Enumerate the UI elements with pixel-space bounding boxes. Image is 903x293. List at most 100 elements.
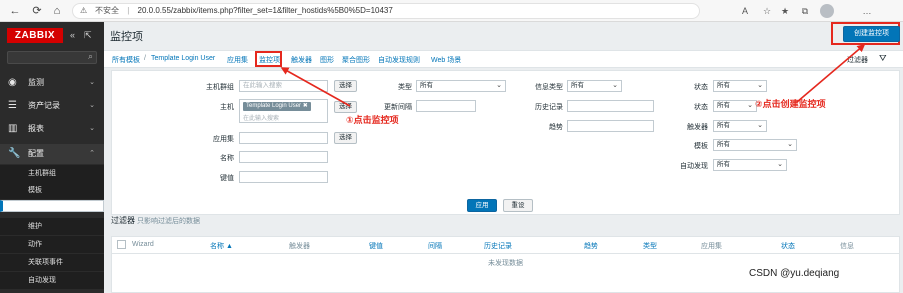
column-header: 信息 [840, 243, 854, 250]
breadcrumb-template[interactable]: Template Login User [151, 55, 215, 62]
trigger-select[interactable]: 所有 ⌄ [713, 120, 767, 132]
favorites-bar-icon[interactable]: ★ [778, 4, 792, 18]
status-select[interactable]: 所有 ⌄ [713, 80, 767, 92]
wrench-icon: 🔧 [8, 148, 21, 159]
host-tag[interactable]: Template Login User ✖ [243, 102, 311, 111]
empty-table-message: 未发现数据 [488, 260, 523, 267]
chevron-down-icon: ⌄ [747, 102, 753, 109]
host-input[interactable]: Template Login User ✖ 在此输入搜索 [239, 99, 328, 123]
tab-screens[interactable]: 聚合图形 [342, 55, 370, 65]
tab-discovery-rules[interactable]: 自动发现规则 [378, 55, 420, 65]
submenu-maintenance[interactable]: 维护 [0, 218, 104, 235]
column-header-status[interactable]: 状态 [781, 241, 795, 251]
application-label: 应用集 [213, 136, 234, 143]
zabbix-logo[interactable]: ZABBIX [7, 28, 63, 43]
template-select[interactable]: 所有 ⌄ [713, 139, 797, 151]
chevron-down-icon: ⌄ [757, 82, 763, 89]
submenu-templates[interactable]: 模板 [0, 182, 104, 199]
column-header-history[interactable]: 历史记录 [484, 241, 512, 251]
discovery-label: 自动发现 [680, 163, 708, 170]
chevron-down-icon: ⌄ [612, 82, 618, 89]
sidebar-search-input[interactable]: ⌕ [7, 51, 97, 64]
host-group-select-button[interactable]: 选择 [334, 80, 357, 92]
filter-tab[interactable]: 过滤器 [847, 55, 868, 65]
host-group-input[interactable]: 在此输入搜索 [239, 80, 328, 92]
browser-toolbar: ← ⟳ ⌂ ⚠ 不安全 | 20.0.0.55/zabbix/items.php… [0, 0, 903, 22]
apply-button[interactable]: 应用 [467, 199, 497, 212]
read-aloud-icon[interactable]: A [738, 4, 752, 18]
chevron-down-icon: ⌄ [757, 122, 763, 129]
chevron-down-icon: ⌄ [89, 125, 95, 132]
address-bar[interactable]: ⚠ 不安全 | 20.0.0.55/zabbix/items.php?filte… [72, 3, 700, 19]
items-table: Wizard 名称 ▲ 触发器 键值 间隔 历史记录 趋势 类型 应用集 状态 … [111, 236, 900, 293]
menu-inventory[interactable]: ☰ 资产记录 ⌄ [0, 96, 104, 116]
interval-input[interactable] [416, 100, 476, 112]
list-icon: ☰ [8, 100, 17, 111]
column-header-key[interactable]: 键值 [369, 241, 383, 251]
collections-icon[interactable]: ⧉ [798, 4, 812, 18]
annotation-step1: ①点击监控项 [346, 115, 399, 125]
tab-applications[interactable]: 应用集 [227, 55, 248, 65]
more-icon[interactable]: … [860, 4, 874, 18]
table-header-divider [112, 253, 899, 254]
tab-web-scenarios[interactable]: Web 场景 [431, 55, 461, 65]
reset-button[interactable]: 重设 [503, 199, 533, 212]
host-select-button[interactable]: 选择 [334, 101, 357, 113]
main-content: 监控项 创建监控项 所有模板 / Template Login User 应用集… [104, 22, 903, 293]
column-header-type[interactable]: 类型 [643, 241, 657, 251]
menu-reports[interactable]: ▥ 报表 ⌄ [0, 119, 104, 139]
type-label: 类型 [398, 84, 412, 91]
address-separator: | [127, 6, 130, 15]
template-label: 模板 [694, 143, 708, 150]
submenu-hosts[interactable]: 主机 [0, 200, 104, 212]
key-label: 键值 [220, 175, 234, 182]
submenu-host-groups[interactable]: 主机群组 [0, 165, 104, 182]
name-input[interactable] [239, 151, 328, 163]
submenu-actions[interactable]: 动作 [0, 236, 104, 253]
discovery-select[interactable]: 所有 ⌄ [713, 159, 787, 171]
column-header-trends[interactable]: 趋势 [584, 241, 598, 251]
profile-avatar[interactable] [820, 4, 834, 18]
watermark: CSDN @yu.deqiang [749, 268, 840, 279]
security-label: 不安全 [95, 6, 119, 15]
tab-triggers[interactable]: 触发器 [291, 55, 312, 65]
reload-icon[interactable]: ⟳ [30, 4, 44, 18]
trends-input[interactable] [567, 120, 654, 132]
chevron-down-icon: ⌄ [89, 102, 95, 109]
submenu-event-correlation[interactable]: 关联项事件 [0, 254, 104, 271]
info-type-label: 信息类型 [535, 84, 563, 91]
funnel-icon[interactable]: ⛛ [879, 53, 887, 64]
key-input[interactable] [239, 171, 328, 183]
menu-label: 配置 [28, 149, 44, 158]
eye-icon: ◉ [8, 77, 17, 88]
breadcrumb-all-templates[interactable]: 所有模板 [112, 55, 140, 65]
host-placeholder: 在此输入搜索 [243, 116, 280, 122]
favorite-icon[interactable]: ☆ [760, 4, 774, 18]
sidebar: ZABBIX « ⇱ ⌕ ◉ 监测 ⌄ ☰ 资产记录 ⌄ ▥ 报表 ⌄ 🔧 配置… [0, 22, 104, 293]
application-select-button[interactable]: 选择 [334, 132, 357, 144]
home-icon[interactable]: ⌂ [50, 4, 64, 18]
info-type-select[interactable]: 所有 ⌄ [567, 80, 622, 92]
chevron-down-icon: ⌄ [496, 82, 502, 89]
menu-configuration[interactable]: 🔧 配置 ⌃ [0, 144, 104, 164]
items-tab-highlight [255, 51, 282, 67]
column-header-name[interactable]: 名称 ▲ [210, 241, 233, 251]
expand-sidebar-icon[interactable]: ⇱ [84, 30, 92, 41]
tab-graphs[interactable]: 图形 [320, 55, 334, 65]
column-header-interval[interactable]: 间隔 [428, 241, 442, 251]
state-select[interactable]: 所有 ⌄ [713, 100, 757, 112]
chevron-up-icon: ⌃ [89, 150, 95, 157]
collapse-sidebar-icon[interactable]: « [70, 30, 75, 40]
back-icon[interactable]: ← [8, 4, 22, 18]
url-text: 20.0.0.55/zabbix/items.php?filter_set=1&… [137, 6, 393, 15]
application-input[interactable] [239, 132, 328, 144]
menu-monitoring[interactable]: ◉ 监测 ⌄ [0, 73, 104, 93]
create-item-button[interactable]: 创建监控项 [843, 26, 900, 42]
submenu-discovery[interactable]: 自动发现 [0, 272, 104, 289]
history-input[interactable] [567, 100, 654, 112]
warning-icon: ⚠ [80, 6, 88, 15]
annotation-step2: ②点击创建监控项 [755, 99, 826, 109]
select-all-checkbox[interactable] [117, 240, 126, 249]
subfilter-label: 过滤器 [111, 216, 135, 225]
type-select[interactable]: 所有 ⌄ [416, 80, 506, 92]
